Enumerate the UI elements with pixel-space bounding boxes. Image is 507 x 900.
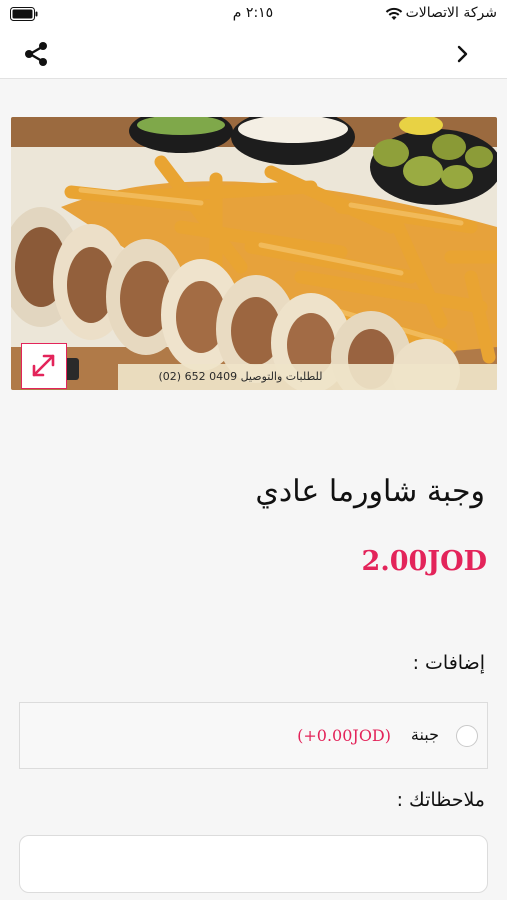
product-title: وجبة شاورما عادي <box>255 474 485 509</box>
status-bar: ٢:١٥ م شركة الاتصالات <box>0 0 507 30</box>
notes-heading: ملاحظاتك : <box>396 789 485 811</box>
image-banner-text: للطلبات والتوصيل 0409 652 (02) <box>158 370 323 383</box>
extra-cheese-label[interactable]: جبنة <box>411 725 439 744</box>
notes-input[interactable] <box>20 836 487 892</box>
carrier-name: شركة الاتصالات <box>405 5 497 21</box>
shawarma-meal-photo <box>11 117 497 390</box>
share-icon[interactable] <box>20 38 52 70</box>
status-time: ٢:١٥ م <box>232 5 274 21</box>
battery-icon <box>10 7 38 21</box>
chevron-right-icon[interactable] <box>451 40 475 68</box>
product-price: 2.00JOD <box>361 546 487 577</box>
expand-arrows-icon <box>32 354 55 377</box>
navigation-bar <box>0 30 507 79</box>
image-edge-tab <box>67 358 79 380</box>
extras-heading: إضافات : <box>412 652 485 674</box>
expand-image-button[interactable] <box>21 343 67 389</box>
extra-cheese-radio[interactable] <box>456 725 478 747</box>
product-image[interactable] <box>11 117 497 390</box>
wifi-icon <box>385 7 403 20</box>
notes-field-container <box>19 835 488 893</box>
extra-cheese-price: (+0.00JOD) <box>297 726 391 745</box>
extras-list: جبنة (+0.00JOD) <box>19 702 488 769</box>
